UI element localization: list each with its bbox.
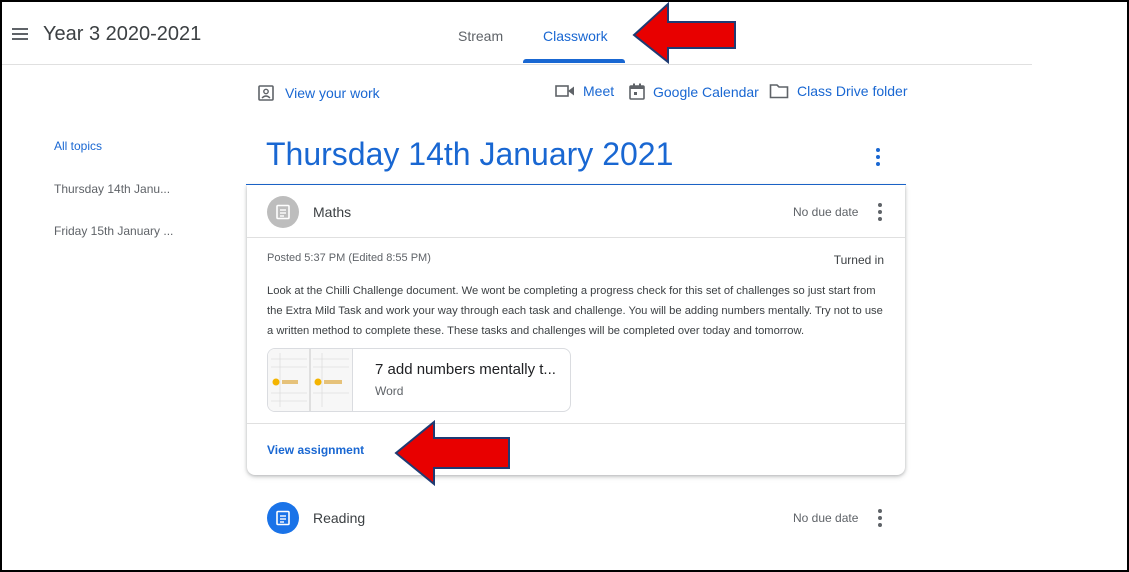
google-calendar-label: Google Calendar [653, 83, 759, 100]
card-footer-divider [247, 423, 905, 424]
sidebar-item-all-topics[interactable]: All topics [54, 139, 102, 153]
assignment-header[interactable]: Maths No due date [247, 185, 905, 238]
assignment-row-reading[interactable]: Reading No due date [247, 492, 905, 544]
topic-heading: Thursday 14th January 2021 [266, 136, 674, 172]
meet-label: Meet [583, 83, 615, 99]
more-options-icon[interactable] [878, 203, 882, 224]
document-thumbnail [268, 349, 353, 411]
class-drive-folder-label: Class Drive folder [797, 83, 908, 99]
hamburger-menu-icon[interactable] [12, 28, 28, 40]
assignment-title: Maths [313, 204, 352, 220]
posted-timestamp: Posted 5:37 PM (Edited 8:55 PM) [267, 252, 431, 264]
top-bar: Year 3 2020-2021 Stream Classwork [2, 2, 1032, 65]
assignment-description: Look at the Chilli Challenge document. W… [267, 285, 883, 337]
attachment-type: Word [375, 384, 404, 398]
status-badge: Turned in [833, 253, 884, 267]
class-title[interactable]: Year 3 2020-2021 [43, 23, 201, 46]
view-your-work-link[interactable]: View your work [257, 84, 380, 102]
due-date: No due date [793, 205, 859, 219]
annotation-arrow-view-assignment [394, 420, 510, 486]
classroom-window: Year 3 2020-2021 Stream Classwork View y… [0, 0, 1129, 572]
assignment-ind-icon [258, 85, 274, 101]
view-assignment-link[interactable]: View assignment [267, 443, 364, 457]
tab-classwork[interactable]: Classwork [543, 28, 608, 44]
assignment-icon [267, 502, 299, 534]
attachment-name: 7 add numbers mentally t... [375, 361, 556, 378]
folder-icon [769, 84, 789, 99]
topic-more-options-icon[interactable] [876, 148, 880, 169]
google-calendar-link[interactable]: Google Calendar [629, 83, 759, 100]
attachment-card[interactable]: 7 add numbers mentally t... Word [267, 348, 571, 412]
sidebar-item-friday[interactable]: Friday 15th January ... [54, 224, 173, 238]
video-camera-icon [555, 85, 574, 97]
active-tab-indicator [523, 59, 625, 63]
meet-link[interactable]: Meet [555, 83, 614, 99]
annotation-arrow-classwork [632, 2, 736, 64]
due-date: No due date [793, 511, 859, 525]
sidebar-item-thursday[interactable]: Thursday 14th Janu... [54, 182, 170, 196]
calendar-icon [629, 83, 645, 100]
class-drive-folder-link[interactable]: Class Drive folder [769, 83, 907, 99]
assignment-title: Reading [313, 510, 366, 526]
view-your-work-label: View your work [285, 85, 380, 101]
assignment-icon [267, 196, 299, 228]
more-options-icon[interactable] [878, 509, 882, 530]
assignment-card-maths[interactable]: Maths No due date Posted 5:37 PM (Edited… [247, 185, 905, 475]
tab-stream[interactable]: Stream [458, 28, 503, 44]
